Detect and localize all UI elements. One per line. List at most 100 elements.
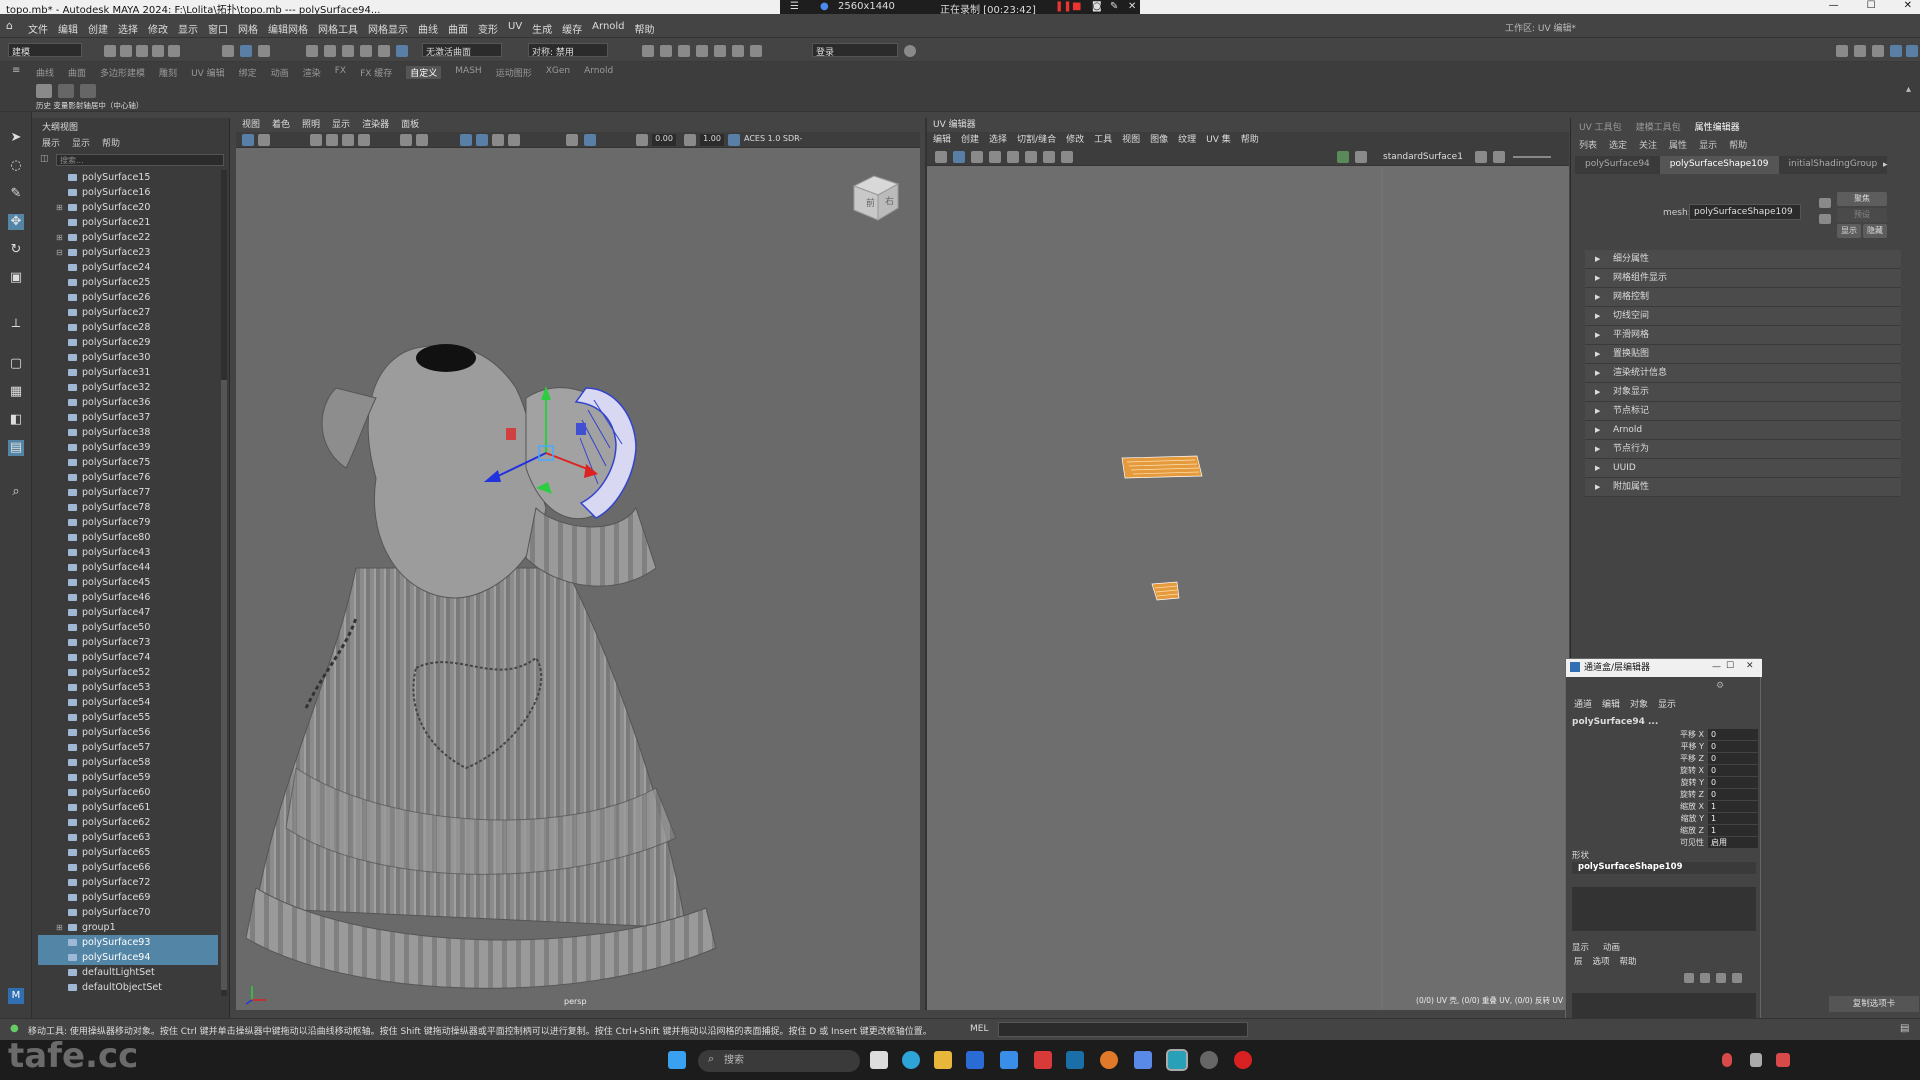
outliner-scrollbar[interactable] xyxy=(221,170,227,996)
menu-item[interactable]: 文件 xyxy=(28,21,48,36)
attr-menu-item[interactable]: 显示 xyxy=(1699,138,1717,151)
single-pane-icon[interactable]: ▢ xyxy=(8,356,24,372)
camera-attr-icon[interactable] xyxy=(258,134,270,146)
shelf-tab[interactable]: 曲线 xyxy=(36,66,54,79)
focus-button[interactable]: 聚焦 xyxy=(1837,192,1887,206)
outliner-item[interactable]: polySurface21 xyxy=(38,215,218,230)
layer-up-icon[interactable] xyxy=(1684,973,1694,983)
shelf-tab[interactable]: 自定义 xyxy=(406,66,442,79)
maya-taskbar-icon[interactable] xyxy=(1166,1049,1188,1071)
outliner-item[interactable]: polySurface79 xyxy=(38,515,218,530)
layer-menu-item[interactable]: 层 xyxy=(1574,955,1583,967)
attribute-section[interactable]: 置换贴图 xyxy=(1585,345,1901,364)
uv-menu-item[interactable]: 工具 xyxy=(1094,132,1112,148)
login-dropdown[interactable]: 登录 xyxy=(812,43,898,58)
outliner-item[interactable]: polySurface62 xyxy=(38,815,218,830)
file-explorer-icon[interactable] xyxy=(934,1051,952,1069)
outliner-item[interactable]: polySurface73 xyxy=(38,635,218,650)
channel-options-icon[interactable]: ⚙ xyxy=(1716,681,1724,691)
xray-icon[interactable] xyxy=(566,134,578,146)
uv-menu-item[interactable]: 图像 xyxy=(1150,132,1168,148)
select-object-icon[interactable] xyxy=(240,45,252,57)
move-tool-icon[interactable]: ✥ xyxy=(8,214,24,230)
two-d-pan-icon[interactable] xyxy=(342,134,354,146)
outliner-item[interactable]: polySurface46 xyxy=(38,590,218,605)
smooth-shade-icon[interactable] xyxy=(476,134,488,146)
two-pane-icon[interactable]: ◧ xyxy=(8,412,24,428)
channel-value[interactable]: 0 xyxy=(1708,765,1758,776)
node-tab[interactable]: polySurface94 xyxy=(1575,156,1660,174)
outliner-item[interactable]: polySurface80 xyxy=(38,530,218,545)
viewport-menu-item[interactable]: 显示 xyxy=(332,118,350,132)
center-pivot-shelf-icon[interactable] xyxy=(80,84,96,98)
channel-value[interactable]: 0 xyxy=(1708,753,1758,764)
mesh-input-icon[interactable] xyxy=(1819,198,1831,208)
layout-icon-3[interactable] xyxy=(1872,45,1884,57)
outliner-item[interactable]: polySurface45 xyxy=(38,575,218,590)
wps-icon[interactable] xyxy=(1034,1051,1052,1069)
outliner-item[interactable]: defaultObjectSet xyxy=(38,980,218,995)
ipr-render-icon[interactable] xyxy=(678,45,690,57)
menu-item[interactable]: 生成 xyxy=(532,21,552,36)
redo-icon[interactable] xyxy=(168,45,180,57)
outliner-item[interactable]: polySurface47 xyxy=(38,605,218,620)
mel-label[interactable]: MEL xyxy=(970,1024,988,1034)
outliner-item[interactable]: polySurface77 xyxy=(38,485,218,500)
uv-menu-item[interactable]: 帮助 xyxy=(1241,132,1259,148)
menu-item[interactable]: 帮助 xyxy=(635,21,655,36)
outliner-item[interactable]: polySurface26 xyxy=(38,290,218,305)
uv-menu-item[interactable]: 视图 xyxy=(1122,132,1140,148)
attribute-section[interactable]: 对象显示 xyxy=(1585,383,1901,402)
viewport-menu-item[interactable]: 着色 xyxy=(272,118,290,132)
axis-tool-icon[interactable]: ⟂ xyxy=(8,316,24,332)
uv-exposure-icon[interactable] xyxy=(1475,151,1487,163)
outliner-item[interactable]: polySurface39 xyxy=(38,440,218,455)
new-layer-icon[interactable] xyxy=(1716,973,1726,983)
gamma-icon[interactable] xyxy=(684,134,696,146)
channel-row[interactable]: 缩放 Y 1 xyxy=(1666,813,1758,825)
open-scene-icon[interactable] xyxy=(120,45,132,57)
menu-icon[interactable]: ☰ xyxy=(790,1,799,12)
node-tab-scroll-icon[interactable]: ▸ xyxy=(1883,160,1888,170)
shelf-tab[interactable]: FX xyxy=(335,66,346,79)
help-icon[interactable] xyxy=(904,45,916,57)
panel-tab[interactable]: 建模工具包 xyxy=(1636,120,1681,133)
hide-button[interactable]: 隐藏 xyxy=(1863,224,1887,238)
recorder-icon[interactable] xyxy=(1234,1051,1252,1069)
outliner-item[interactable]: polySurface57 xyxy=(38,740,218,755)
outliner-item[interactable]: polySurface24 xyxy=(38,260,218,275)
undo-icon[interactable] xyxy=(152,45,164,57)
hypershade-icon[interactable] xyxy=(714,45,726,57)
attribute-section[interactable]: 切线空间 xyxy=(1585,307,1901,326)
outliner-item[interactable]: polySurface38 xyxy=(38,425,218,440)
channel-row[interactable]: 旋转 Z 0 xyxy=(1666,789,1758,801)
outliner-item[interactable]: polySurface54 xyxy=(38,695,218,710)
menu-item[interactable]: 窗口 xyxy=(208,21,228,36)
outliner-item[interactable]: polySurface16 xyxy=(38,185,218,200)
windows-start-icon[interactable] xyxy=(668,1051,686,1069)
shelf-tab[interactable]: 动画 xyxy=(271,66,289,79)
outliner-item[interactable]: polySurface66 xyxy=(38,860,218,875)
outliner-item[interactable]: polySurface50 xyxy=(38,620,218,635)
dress-model[interactable] xyxy=(236,148,920,1008)
node-tab[interactable]: initialShadingGroup xyxy=(1778,156,1888,174)
select-tool-icon[interactable]: ➤ xyxy=(8,130,24,146)
shelf-tab[interactable]: 雕刻 xyxy=(159,66,177,79)
attribute-section[interactable]: UUID xyxy=(1585,459,1901,478)
uv-gamma-icon[interactable] xyxy=(1493,151,1505,163)
menu-item[interactable]: 显示 xyxy=(178,21,198,36)
show-button[interactable]: 显示 xyxy=(1837,224,1861,238)
layout-icon-1[interactable] xyxy=(1836,45,1848,57)
outliner-item[interactable]: polySurface44 xyxy=(38,560,218,575)
outliner-item[interactable]: polySurface52 xyxy=(38,665,218,680)
menu-item[interactable]: UV xyxy=(508,21,522,36)
channel-value[interactable]: 1 xyxy=(1708,813,1758,824)
menu-item[interactable]: 曲面 xyxy=(448,21,468,36)
perspective-viewport[interactable]: 视图 着色 照明 显示 渲染器 面板 0.00 1.00 ACES 1.0 SDR- 前 … xyxy=(236,118,920,1010)
wireframe-icon[interactable] xyxy=(460,134,472,146)
minimize-icon[interactable]: — xyxy=(1829,0,1839,11)
outliner-scroll-thumb[interactable] xyxy=(221,380,227,990)
grid-icon[interactable] xyxy=(400,134,412,146)
outliner-item[interactable]: polySurface60 xyxy=(38,785,218,800)
uv-menu-item[interactable]: 修改 xyxy=(1066,132,1084,148)
